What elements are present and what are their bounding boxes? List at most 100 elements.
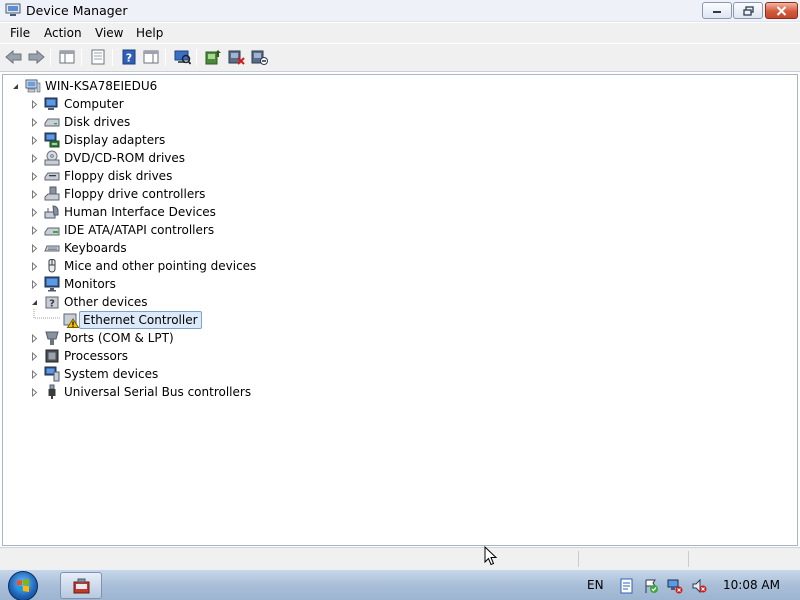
collapsed-triangle-icon: [32, 118, 38, 127]
tree-item-label: Universal Serial Bus controllers: [64, 385, 252, 399]
action-pane-button[interactable]: [141, 48, 161, 66]
language-indicator[interactable]: EN: [587, 578, 604, 592]
tree-item-computer[interactable]: Computer: [3, 95, 303, 113]
tree-item-monitors[interactable]: Monitors: [3, 275, 303, 293]
collapsed-triangle-icon: [32, 334, 38, 343]
scan-hardware-changes-button[interactable]: [172, 48, 192, 66]
tree-item-ethernet-controller[interactable]: Ethernet Controller: [3, 309, 303, 329]
usb-icon: [48, 384, 56, 399]
tree-item-label: Floppy disk drives: [64, 169, 173, 183]
tree-item-disk-drives[interactable]: Disk drives: [3, 113, 303, 131]
tree-item-label: Human Interface Devices: [64, 205, 216, 219]
collapsed-triangle-icon: [32, 388, 38, 397]
status-bar: [0, 547, 800, 569]
menu-file[interactable]: File: [10, 26, 30, 40]
tree-item-label: System devices: [64, 367, 159, 381]
expand-toggle[interactable]: [30, 244, 39, 253]
collapse-toggle[interactable]: [11, 82, 20, 91]
collapse-toggle[interactable]: [30, 298, 39, 307]
tree-item-label: Disk drives: [64, 115, 131, 129]
maximize-button[interactable]: [733, 2, 763, 19]
ide-controller-icon: [44, 227, 60, 236]
toolbar: ?: [0, 44, 800, 72]
window-title: Device Manager: [26, 3, 128, 18]
port-icon: [45, 331, 59, 345]
expand-toggle[interactable]: [30, 334, 39, 343]
taskbar-device-manager-button[interactable]: [60, 572, 102, 599]
tree-item-label: Keyboards: [64, 241, 127, 255]
collapsed-triangle-icon: [32, 100, 38, 109]
properties-icon: [91, 49, 105, 65]
tree-item-system-devices[interactable]: System devices: [3, 365, 303, 383]
system-clock[interactable]: 10:08 AM: [723, 578, 780, 592]
warning-device-icon: [63, 313, 79, 328]
help-button[interactable]: ?: [119, 48, 139, 66]
tree-item-label: Ethernet Controller: [79, 311, 202, 329]
expand-toggle[interactable]: [30, 208, 39, 217]
toolbar-separator: [81, 49, 82, 66]
tree-item-floppy-disk-drives[interactable]: Floppy disk drives: [3, 167, 303, 185]
tree-root[interactable]: WIN-KSA78EIEDU6: [3, 77, 303, 95]
tree-item-ports[interactable]: Ports (COM & LPT): [3, 329, 303, 347]
expand-toggle[interactable]: [30, 190, 39, 199]
tree-item-mice[interactable]: Mice and other pointing devices: [3, 257, 303, 275]
tree-item-display-adapters[interactable]: Display adapters: [3, 131, 303, 149]
collapsed-triangle-icon: [32, 154, 38, 163]
minimize-button[interactable]: [702, 2, 732, 19]
minimize-icon: [713, 10, 721, 13]
title-bar: Device Manager: [0, 0, 800, 22]
expand-toggle[interactable]: [30, 118, 39, 127]
expand-toggle[interactable]: [30, 352, 39, 361]
expand-toggle[interactable]: [30, 388, 39, 397]
expand-toggle[interactable]: [30, 226, 39, 235]
update-driver-button[interactable]: [203, 48, 223, 66]
collapsed-triangle-icon: [32, 370, 38, 379]
forward-button[interactable]: [26, 48, 46, 66]
menu-help[interactable]: Help: [136, 26, 163, 40]
action-center-flag-icon[interactable]: [643, 578, 659, 594]
tree-item-processors[interactable]: Processors: [3, 347, 303, 365]
tree-root-label: WIN-KSA78EIEDU6: [45, 79, 158, 93]
expand-toggle[interactable]: [30, 280, 39, 289]
expand-toggle[interactable]: [30, 154, 39, 163]
toolbar-separator: [50, 49, 51, 66]
tree-item-floppy-drive-controllers[interactable]: Floppy drive controllers: [3, 185, 303, 203]
expand-toggle[interactable]: [30, 172, 39, 181]
volume-muted-icon[interactable]: [691, 578, 707, 594]
back-arrow-icon: [5, 50, 22, 64]
close-button[interactable]: [765, 2, 798, 19]
network-disconnected-icon[interactable]: [667, 578, 683, 594]
show-hide-console-tree-button[interactable]: [57, 48, 77, 66]
toolbar-separator: [112, 49, 113, 66]
mouse-cursor-icon: [484, 546, 498, 566]
start-button[interactable]: [8, 571, 38, 600]
collapsed-triangle-icon: [32, 280, 38, 289]
menu-view[interactable]: View: [95, 26, 123, 40]
tree-item-ide-ata-atapi-controllers[interactable]: IDE ATA/ATAPI controllers: [3, 221, 303, 239]
uninstall-device-button[interactable]: [249, 48, 269, 66]
tree-item-human-interface-devices[interactable]: Human Interface Devices: [3, 203, 303, 221]
expand-toggle[interactable]: [30, 262, 39, 271]
tree-item-usb-controllers[interactable]: Universal Serial Bus controllers: [3, 383, 303, 401]
menu-action[interactable]: Action: [44, 26, 82, 40]
menu-bar: File Action View Help: [0, 23, 800, 43]
disable-device-button[interactable]: [226, 48, 246, 66]
tree-item-label: Display adapters: [64, 133, 166, 147]
tree-item-keyboards[interactable]: Keyboards: [3, 239, 303, 257]
tree-item-dvd-cd-rom-drives[interactable]: DVD/CD-ROM drives: [3, 149, 303, 167]
collapsed-triangle-icon: [32, 190, 38, 199]
floppy-controller-icon: [44, 186, 60, 201]
properties-button[interactable]: [88, 48, 108, 66]
restore-icon: [742, 5, 754, 16]
disable-device-icon: [228, 50, 245, 65]
floppy-drive-icon: [44, 172, 60, 181]
expand-toggle[interactable]: [30, 136, 39, 145]
hid-icon: [44, 205, 59, 219]
back-button[interactable]: [4, 48, 24, 66]
device-manager-task-icon: [73, 578, 90, 594]
svg-text:?: ?: [49, 299, 55, 310]
tree-item-label: Ports (COM & LPT): [64, 331, 174, 345]
expand-toggle[interactable]: [30, 100, 39, 109]
notes-tray-icon[interactable]: [619, 578, 635, 594]
expand-toggle[interactable]: [30, 370, 39, 379]
